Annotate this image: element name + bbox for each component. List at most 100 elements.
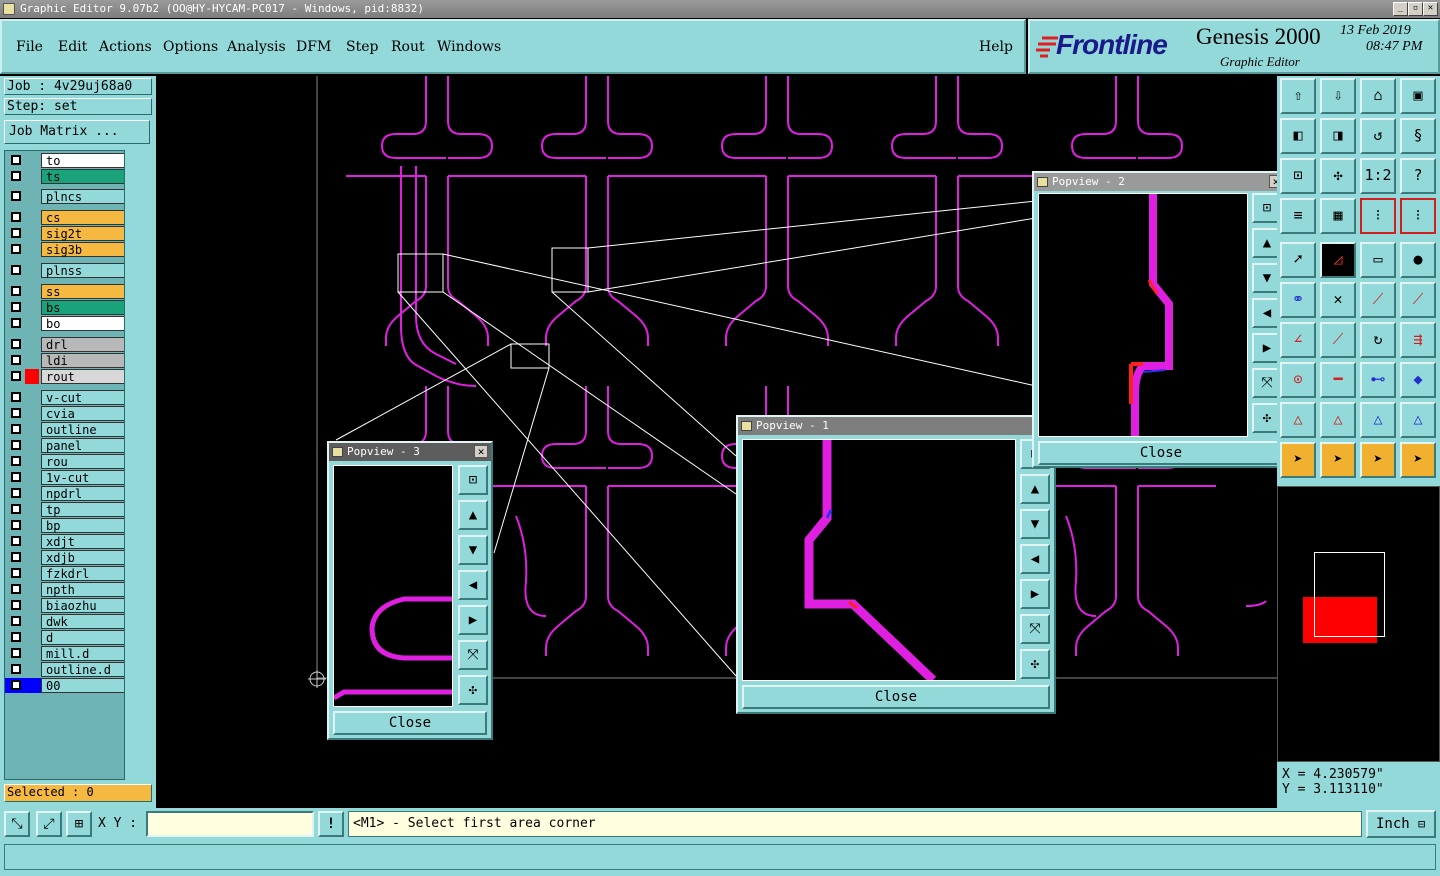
layer-row[interactable]: drl — [5, 337, 127, 352]
layer-row[interactable]: bo — [5, 316, 127, 331]
tool-pt-icon[interactable]: ⊙ — [1280, 362, 1316, 398]
pan-left-icon[interactable]: ◀ — [458, 570, 488, 600]
layer-name[interactable]: plnss — [41, 263, 127, 278]
tool-cross-icon[interactable]: ✕ — [1320, 282, 1356, 318]
layer-checkbox[interactable] — [11, 408, 21, 418]
layer-color-swatch[interactable] — [25, 300, 39, 315]
layer-color-swatch[interactable] — [25, 189, 39, 204]
tool-line-icon[interactable]: ⟋ — [1360, 282, 1396, 318]
layer-color-swatch[interactable] — [25, 598, 39, 613]
layer-row[interactable]: cs — [5, 210, 127, 225]
layer-name[interactable]: npdrl — [41, 486, 127, 501]
layer-color-swatch[interactable] — [25, 406, 39, 421]
menu-help[interactable]: Help — [979, 39, 1013, 55]
tool-tri-icon[interactable]: △ — [1280, 402, 1316, 438]
layer-color-swatch[interactable] — [25, 284, 39, 299]
layer-row[interactable]: rou — [5, 454, 127, 469]
layer-color-swatch[interactable] — [25, 566, 39, 581]
layer-row[interactable]: plnss — [5, 263, 127, 278]
layer-checkbox[interactable] — [11, 680, 21, 690]
pan-down-icon[interactable]: ▼ — [1020, 509, 1050, 539]
layer-color-swatch[interactable] — [25, 470, 39, 485]
layer-row[interactable]: 1v-cut — [5, 470, 127, 485]
layer-checkbox[interactable] — [11, 191, 21, 201]
layer-checkbox[interactable] — [11, 171, 21, 181]
layer-name[interactable]: bo — [41, 316, 127, 331]
layer-color-swatch[interactable] — [25, 153, 39, 168]
layer-name[interactable]: bs — [41, 300, 127, 315]
layer-row[interactable]: bs — [5, 300, 127, 315]
menu-analysis[interactable]: Analysis — [227, 39, 286, 55]
layer-checkbox[interactable] — [11, 648, 21, 658]
tool-help-icon[interactable]: ? — [1400, 158, 1436, 194]
pan-left-icon[interactable]: ◀ — [1020, 544, 1050, 574]
layer-checkbox[interactable] — [11, 286, 21, 296]
layer-row[interactable]: ss — [5, 284, 127, 299]
tool-tri2-icon[interactable]: △ — [1320, 402, 1356, 438]
layer-checkbox[interactable] — [11, 584, 21, 594]
layer-name[interactable]: 00 — [41, 678, 127, 693]
layer-row[interactable]: outline.d — [5, 662, 127, 677]
tool-fit-icon[interactable]: ⊡ — [1280, 158, 1316, 194]
layer-name[interactable]: tp — [41, 502, 127, 517]
layer-name[interactable]: outline — [41, 422, 127, 437]
maximize-button[interactable]: ▫ — [1408, 2, 1423, 16]
layer-row[interactable]: mill.d — [5, 646, 127, 661]
layer-checkbox[interactable] — [11, 244, 21, 254]
layer-checkbox[interactable] — [11, 212, 21, 222]
tool-zoom-icon[interactable]: ✣ — [1320, 158, 1356, 194]
minimize-button[interactable]: _ — [1393, 2, 1408, 16]
zoom-out-icon[interactable]: ✣ — [1020, 649, 1050, 679]
tool-home-icon[interactable]: ⌂ — [1360, 78, 1396, 114]
layer-color-swatch[interactable] — [25, 582, 39, 597]
layer-color-swatch[interactable] — [25, 422, 39, 437]
tool-arc-icon[interactable]: ↻ — [1360, 322, 1396, 358]
tool-redraw-icon[interactable]: § — [1400, 118, 1436, 154]
layer-row[interactable]: sig2t — [5, 226, 127, 241]
layer-checkbox[interactable] — [11, 504, 21, 514]
popview-1-view[interactable] — [742, 439, 1016, 684]
layer-checkbox[interactable] — [11, 228, 21, 238]
layer-name[interactable]: xdjb — [41, 550, 127, 565]
layer-checkbox[interactable] — [11, 552, 21, 562]
tool-window-icon[interactable]: ▣ — [1400, 78, 1436, 114]
overview-viewport[interactable] — [1314, 552, 1385, 637]
layer-color-swatch[interactable] — [25, 353, 39, 368]
layer-checkbox[interactable] — [11, 568, 21, 578]
zoom-fit-icon[interactable]: ⊡ — [458, 465, 488, 495]
layer-checkbox[interactable] — [11, 355, 21, 365]
job-matrix-button[interactable]: Job Matrix ... — [4, 120, 150, 144]
layer-checkbox[interactable] — [11, 392, 21, 402]
layer-color-swatch[interactable] — [25, 226, 39, 241]
popview-3-close-icon[interactable]: ✕ — [474, 445, 488, 458]
tool-dim-icon[interactable]: ⊷ — [1360, 362, 1396, 398]
layer-list-scrollbar[interactable] — [124, 150, 152, 780]
layer-checkbox[interactable] — [11, 488, 21, 498]
pan-right-icon[interactable]: ▶ — [1020, 579, 1050, 609]
layer-name[interactable]: mill.d — [41, 646, 127, 661]
tool-net-icon[interactable]: ⁝ — [1360, 198, 1396, 234]
layer-name[interactable]: rou — [41, 454, 127, 469]
snap-icon[interactable]: ⤡ — [4, 811, 30, 837]
layer-row[interactable]: ldi — [5, 353, 127, 368]
tool-ratio-icon[interactable]: 1:2 — [1360, 158, 1396, 194]
pan-up-icon[interactable]: ▲ — [1020, 474, 1050, 504]
tool-line2-icon[interactable]: ⟋ — [1400, 282, 1436, 318]
layer-color-swatch[interactable] — [25, 662, 39, 677]
popview-1-titlebar[interactable]: Popview - 1 — [738, 417, 1054, 435]
layer-color-swatch[interactable] — [25, 169, 39, 184]
tool-split-icon[interactable]: ⇶ — [1400, 322, 1436, 358]
tool-snap-icon[interactable]: ≡ — [1280, 198, 1316, 234]
layer-name[interactable]: outline.d — [41, 662, 127, 677]
popview-1-close-button[interactable]: Close — [742, 685, 1050, 709]
layer-checkbox[interactable] — [11, 265, 21, 275]
xy-input[interactable] — [146, 811, 314, 837]
layer-color-swatch[interactable] — [25, 242, 39, 257]
tool-angle-icon[interactable]: ∠ — [1280, 322, 1316, 358]
menu-windows[interactable]: Windows — [437, 39, 501, 55]
popview-2-titlebar[interactable]: Popview - 2 ✕ — [1034, 173, 1286, 191]
layer-color-swatch[interactable] — [25, 678, 39, 693]
layer-row[interactable]: biaozhu — [5, 598, 127, 613]
layer-name[interactable]: drl — [41, 337, 127, 352]
layer-checkbox[interactable] — [11, 520, 21, 530]
